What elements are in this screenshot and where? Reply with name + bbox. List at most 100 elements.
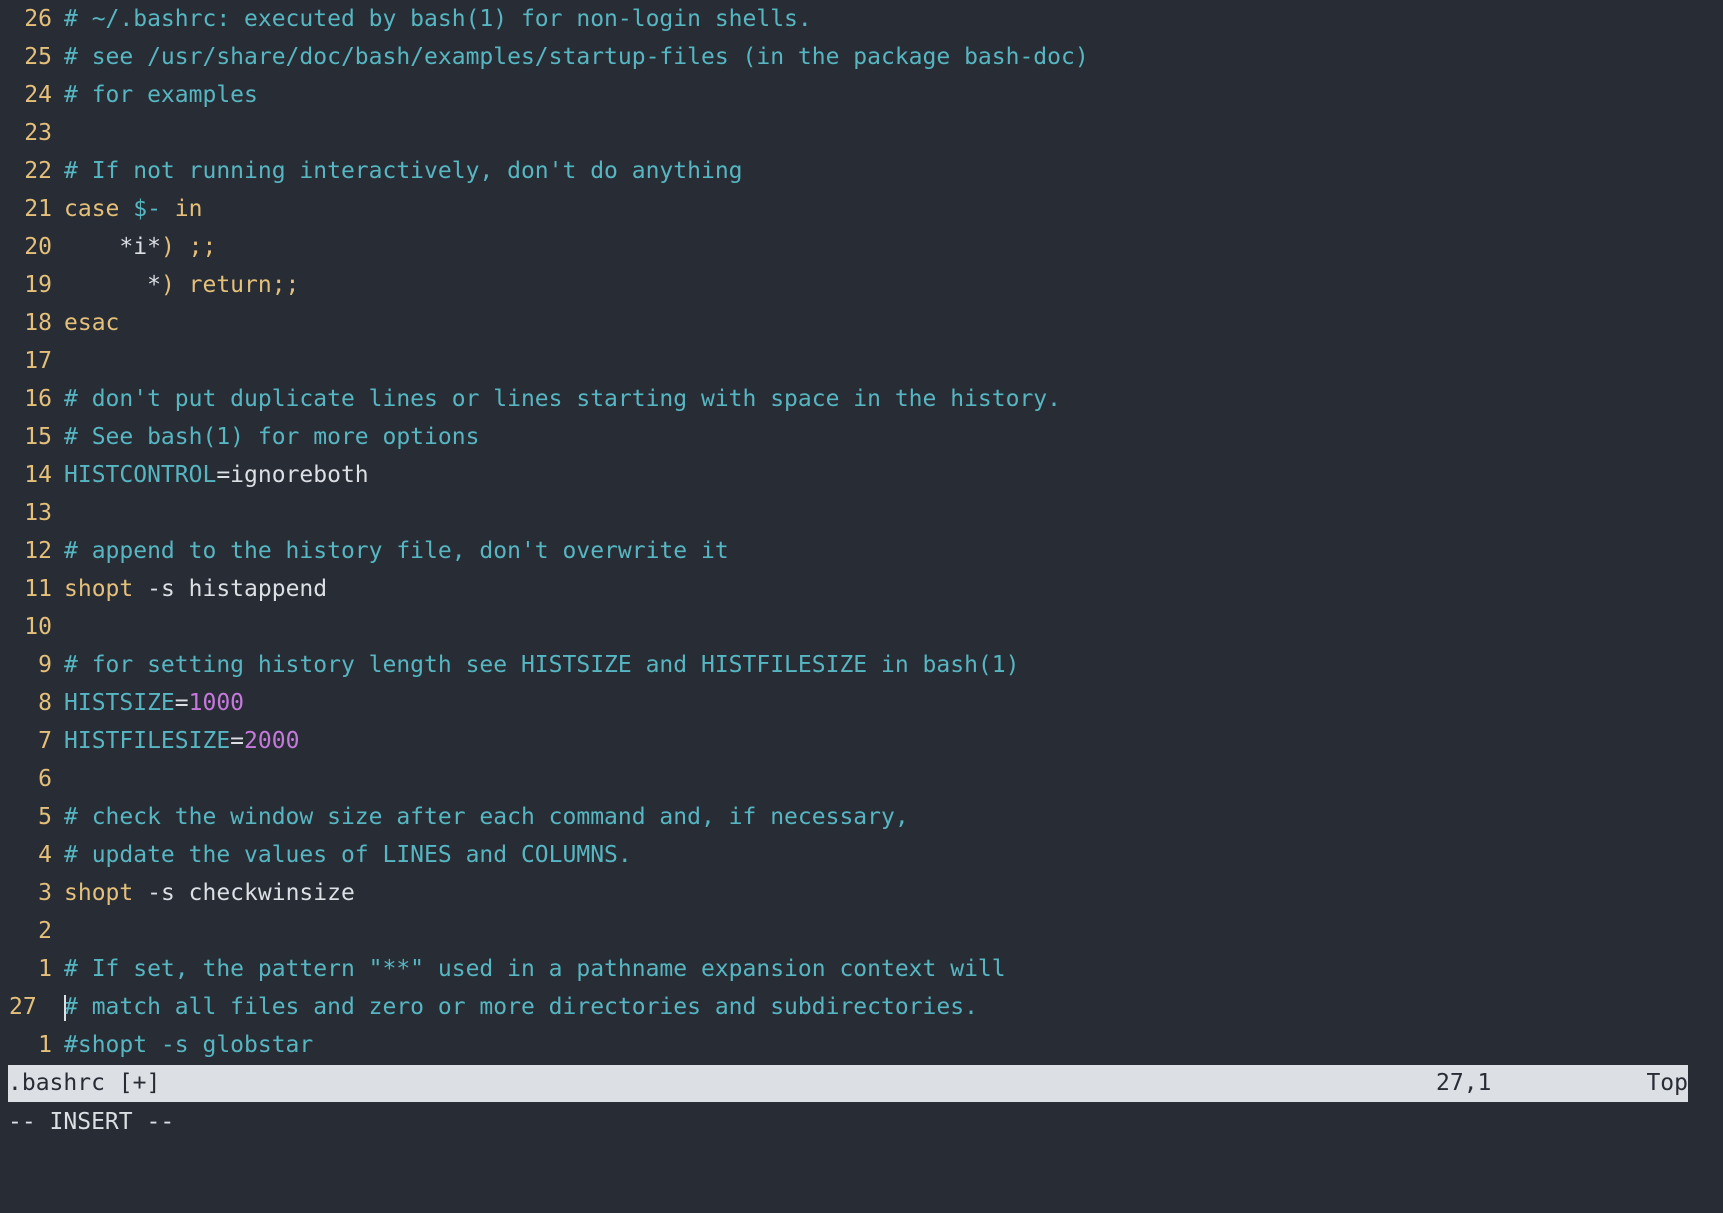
editor-line[interactable]: 2 bbox=[0, 912, 1723, 950]
token: HISTCONTROL bbox=[64, 462, 217, 488]
line-text[interactable]: HISTCONTROL=ignoreboth bbox=[64, 456, 1723, 494]
token: # don't put duplicate lines or lines sta… bbox=[64, 386, 1061, 412]
editor-line[interactable]: 12 # append to the history file, don't ov… bbox=[0, 532, 1723, 570]
line-number: 23 bbox=[24, 120, 52, 146]
editor-line[interactable]: 21 case $- in bbox=[0, 190, 1723, 228]
token: # for setting history length see HISTSIZ… bbox=[64, 652, 1020, 678]
token: #shopt -s globstar bbox=[64, 1032, 314, 1058]
line-number: 3 bbox=[38, 880, 52, 906]
line-number: 4 bbox=[38, 842, 52, 868]
line-number: 26 bbox=[24, 6, 52, 32]
editor-line[interactable]: 3 shopt -s checkwinsize bbox=[0, 874, 1723, 912]
line-text[interactable]: #shopt -s globstar bbox=[64, 1026, 1723, 1064]
token: # match all files and zero or more direc… bbox=[64, 994, 978, 1020]
line-text[interactable]: # If not running interactively, don't do… bbox=[64, 152, 1723, 190]
editor-line-current[interactable]: 27 # match all files and zero or more dir… bbox=[0, 988, 1723, 1026]
line-text[interactable]: # for setting history length see HISTSIZ… bbox=[64, 646, 1723, 684]
line-text[interactable] bbox=[64, 608, 1723, 646]
token: # see /usr/share/doc/bash/examples/start… bbox=[64, 44, 1089, 70]
token: shopt bbox=[64, 880, 134, 906]
line-text[interactable] bbox=[64, 494, 1723, 532]
line-text[interactable] bbox=[64, 114, 1723, 152]
editor-line[interactable]: 4 # update the values of LINES and COLUMN… bbox=[0, 836, 1723, 874]
status-filename: .bashrc [+] bbox=[8, 1070, 161, 1096]
line-text[interactable] bbox=[64, 342, 1723, 380]
token: = bbox=[174, 690, 189, 716]
line-text[interactable]: # match all files and zero or more direc… bbox=[64, 988, 1723, 1026]
editor-line[interactable]: 8 HISTSIZE=1000 bbox=[0, 684, 1723, 722]
line-text[interactable]: # ~/.bashrc: executed by bash(1) for non… bbox=[64, 0, 1723, 38]
line-text[interactable]: HISTFILESIZE=2000 bbox=[64, 722, 1723, 760]
line-text[interactable]: # see /usr/share/doc/bash/examples/start… bbox=[64, 38, 1723, 76]
token: ) return;; bbox=[160, 272, 300, 298]
editor-line[interactable]: 7 HISTFILESIZE=2000 bbox=[0, 722, 1723, 760]
line-text[interactable]: *) return;; bbox=[64, 266, 1723, 304]
line-text[interactable]: # If set, the pattern "**" used in a pat… bbox=[64, 950, 1723, 988]
token: 2000 bbox=[244, 728, 300, 754]
line-text[interactable]: *i*) ;; bbox=[64, 228, 1723, 266]
editor-line[interactable]: 20 *i*) ;; bbox=[0, 228, 1723, 266]
editor-line[interactable]: 9 # for setting history length see HISTSI… bbox=[0, 646, 1723, 684]
token: shopt bbox=[64, 576, 134, 602]
line-text[interactable]: case $- in bbox=[64, 190, 1723, 228]
token: # See bash(1) for more options bbox=[64, 424, 480, 450]
line-number: 11 bbox=[24, 576, 52, 602]
line-text[interactable]: # update the values of LINES and COLUMNS… bbox=[64, 836, 1723, 874]
line-text[interactable]: shopt -s histappend bbox=[64, 570, 1723, 608]
editor-line[interactable]: 18 esac bbox=[0, 304, 1723, 342]
line-text[interactable]: esac bbox=[64, 304, 1723, 342]
editor-line[interactable]: 19 *) return;; bbox=[0, 266, 1723, 304]
status-line: .bashrc [+] 27,1 Top bbox=[8, 1065, 1688, 1102]
line-text[interactable]: # don't put duplicate lines or lines sta… bbox=[64, 380, 1723, 418]
mode-indicator: -- INSERT -- bbox=[8, 1109, 175, 1135]
token: # ~/.bashrc: executed by bash(1) for non… bbox=[64, 6, 812, 32]
line-text[interactable]: HISTSIZE=1000 bbox=[64, 684, 1723, 722]
token: =ignoreboth bbox=[216, 462, 369, 488]
line-number: 27 bbox=[9, 994, 37, 1020]
line-text[interactable]: # check the window size after each comma… bbox=[64, 798, 1723, 836]
token: ) ;; bbox=[160, 234, 217, 260]
line-number: 2 bbox=[38, 918, 52, 944]
editor-line[interactable]: 6 bbox=[0, 760, 1723, 798]
token: HISTSIZE bbox=[64, 690, 175, 716]
editor-line[interactable]: 22 # If not running interactively, don't … bbox=[0, 152, 1723, 190]
line-number: 21 bbox=[24, 196, 52, 222]
line-number: 22 bbox=[24, 158, 52, 184]
token: in bbox=[160, 196, 203, 222]
line-number: 6 bbox=[38, 766, 52, 792]
editor-line[interactable]: 26 # ~/.bashrc: executed by bash(1) for n… bbox=[0, 0, 1723, 38]
editor-line[interactable]: 16 # don't put duplicate lines or lines s… bbox=[0, 380, 1723, 418]
editor-line[interactable]: 11 shopt -s histappend bbox=[0, 570, 1723, 608]
line-text[interactable]: # for examples bbox=[64, 76, 1723, 114]
editor-line[interactable]: 25 # see /usr/share/doc/bash/examples/sta… bbox=[0, 38, 1723, 76]
line-number: 9 bbox=[38, 652, 52, 678]
editor-line[interactable]: 5 # check the window size after each comm… bbox=[0, 798, 1723, 836]
editor-buffer[interactable]: 26 # ~/.bashrc: executed by bash(1) for n… bbox=[0, 0, 1723, 1064]
editor-line[interactable]: 1 #shopt -s globstar bbox=[0, 1026, 1723, 1064]
line-text[interactable]: # append to the history file, don't over… bbox=[64, 532, 1723, 570]
line-text[interactable] bbox=[64, 760, 1723, 798]
line-number: 24 bbox=[24, 82, 52, 108]
editor-line[interactable]: 13 bbox=[0, 494, 1723, 532]
editor-line[interactable]: 15 # See bash(1) for more options bbox=[0, 418, 1723, 456]
editor-line[interactable]: 14 HISTCONTROL=ignoreboth bbox=[0, 456, 1723, 494]
token: # If not running interactively, don't do… bbox=[64, 158, 743, 184]
editor-line[interactable]: 10 bbox=[0, 608, 1723, 646]
line-number: 1 bbox=[38, 1032, 52, 1058]
line-number: 5 bbox=[38, 804, 52, 830]
line-number: 13 bbox=[24, 500, 52, 526]
editor-line[interactable]: 24 # for examples bbox=[0, 76, 1723, 114]
editor-line[interactable]: 17 bbox=[0, 342, 1723, 380]
line-number: 10 bbox=[24, 614, 52, 640]
token: # append to the history file, don't over… bbox=[64, 538, 729, 564]
line-text[interactable]: # See bash(1) for more options bbox=[64, 418, 1723, 456]
editor-line[interactable]: 23 bbox=[0, 114, 1723, 152]
token: # for examples bbox=[64, 82, 258, 108]
line-text[interactable] bbox=[64, 912, 1723, 950]
token: -s histappend bbox=[133, 576, 328, 602]
token: esac bbox=[64, 310, 120, 336]
token: = bbox=[230, 728, 245, 754]
line-text[interactable]: shopt -s checkwinsize bbox=[64, 874, 1723, 912]
token: -s checkwinsize bbox=[133, 880, 355, 906]
editor-line[interactable]: 1 # If set, the pattern "**" used in a pa… bbox=[0, 950, 1723, 988]
